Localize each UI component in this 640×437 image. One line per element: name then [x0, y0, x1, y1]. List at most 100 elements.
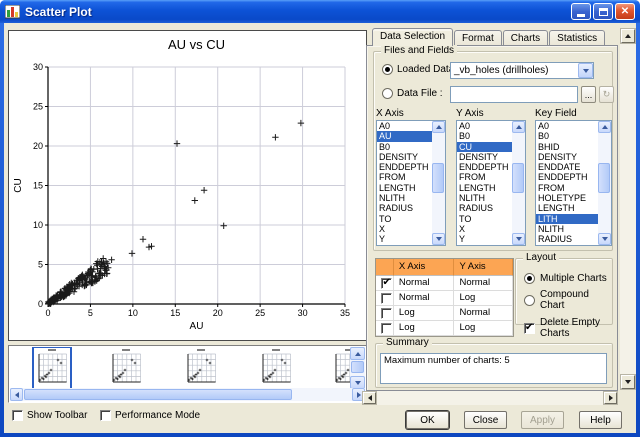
row-check-cell[interactable]	[376, 291, 394, 306]
list-item-nlith[interactable]: NLITH	[536, 224, 598, 234]
scroll-up-button[interactable]	[432, 121, 445, 133]
combobox-drop-button[interactable]	[578, 63, 593, 78]
list-item-radius[interactable]: RADIUS	[377, 203, 432, 213]
listbox-scrollbar[interactable]	[598, 121, 611, 245]
key-field-listbox[interactable]: A0B0BHIDDENSITYENDDATEENDDEPTHFROMHOLETY…	[535, 120, 612, 246]
browse-button[interactable]: ...	[581, 86, 596, 103]
tab-data-selection[interactable]: Data Selection	[372, 28, 453, 46]
list-item-from[interactable]: FROM	[377, 172, 432, 182]
thumbnail-au-vs-cu[interactable]: AU vs CU	[18, 348, 86, 389]
list-item-length[interactable]: LENGTH	[377, 183, 432, 193]
option-compound-chart[interactable]: Compound Chart	[524, 289, 612, 311]
tab-statistics[interactable]: Statistics	[549, 30, 605, 46]
thumbnail-au-vs-cu-lith-sandstone[interactable]: AU vs CU LITH Sandstone	[242, 348, 310, 389]
close-button[interactable]: Close	[464, 411, 507, 429]
tab-format[interactable]: Format	[454, 30, 502, 46]
list-item-nlith[interactable]: NLITH	[377, 193, 432, 203]
show-toolbar-option[interactable]: Show Toolbar	[12, 410, 87, 421]
x-axis-listbox[interactable]: A0AUB0DENSITYENDDEPTHFROMLENGTHNLITHRADI…	[376, 120, 446, 246]
list-item-radius[interactable]: RADIUS	[457, 203, 512, 213]
list-item-density[interactable]: DENSITY	[377, 152, 432, 162]
scroll-left-button[interactable]	[10, 388, 23, 401]
option-multiple-charts[interactable]: Multiple Charts	[524, 273, 612, 284]
list-item-y[interactable]: Y	[377, 234, 432, 244]
row-checkbox[interactable]	[381, 293, 392, 304]
list-item-a0[interactable]: A0	[457, 121, 512, 131]
list-item-to[interactable]: TO	[457, 214, 512, 224]
delete-empty-charts-checkbox[interactable]	[524, 323, 535, 334]
listbox-scrollbar[interactable]	[432, 121, 445, 245]
row-check-cell[interactable]	[376, 321, 394, 336]
list-item-from[interactable]: FROM	[536, 183, 598, 193]
loaded-data-combobox[interactable]: _vb_holes (drillholes)	[450, 62, 594, 79]
close-button[interactable]: ✕	[615, 3, 635, 20]
scroll-down-button[interactable]	[621, 375, 635, 389]
scrollbar-thumb[interactable]	[598, 163, 610, 193]
list-item-y[interactable]: Y	[457, 234, 512, 244]
list-item-a0[interactable]: A0	[536, 121, 598, 131]
option-delete-empty-charts[interactable]: Delete Empty Charts	[524, 317, 612, 339]
data-file-radio[interactable]	[382, 88, 393, 99]
scroll-up-button[interactable]	[621, 29, 635, 43]
loaded-data-radio[interactable]	[382, 64, 393, 75]
listbox-scrollbar[interactable]	[512, 121, 525, 245]
thumbnail-vertical-scrollbar[interactable]	[350, 347, 365, 389]
panel-vertical-scrollbar[interactable]	[620, 28, 636, 390]
compound-chart-radio[interactable]	[524, 295, 535, 306]
scroll-down-button[interactable]	[598, 233, 611, 245]
panel-horizontal-scrollbar[interactable]	[362, 391, 618, 405]
scrollbar-thumb[interactable]	[512, 163, 524, 193]
performance-mode-checkbox[interactable]	[100, 410, 111, 421]
scrollbar-thumb[interactable]	[351, 361, 364, 373]
minimize-button[interactable]	[571, 3, 591, 20]
list-item-nlith[interactable]: NLITH	[457, 193, 512, 203]
multiple-charts-radio[interactable]	[524, 273, 535, 284]
list-item-density[interactable]: DENSITY	[536, 152, 598, 162]
performance-mode-option[interactable]: Performance Mode	[100, 410, 200, 421]
tab-charts[interactable]: Charts	[503, 30, 548, 46]
row-checkbox[interactable]	[381, 323, 392, 334]
list-item-enddate[interactable]: ENDDATE	[536, 162, 598, 172]
apply-button[interactable]: Apply	[521, 411, 564, 429]
show-toolbar-checkbox[interactable]	[12, 410, 23, 421]
thumbnail-horizontal-scrollbar[interactable]	[10, 388, 365, 401]
help-button[interactable]: Help	[579, 411, 622, 429]
loaded-data-option[interactable]: Loaded Data :	[382, 64, 460, 75]
row-check-cell[interactable]	[376, 276, 394, 291]
list-item-to[interactable]: TO	[377, 214, 432, 224]
scrollbar-thumb[interactable]	[432, 163, 444, 193]
list-item-length[interactable]: LENGTH	[536, 203, 598, 213]
list-item-x[interactable]: X	[377, 224, 432, 234]
title-bar[interactable]: Scatter Plot ✕	[0, 0, 640, 23]
y-axis-listbox[interactable]: A0B0CUDENSITYENDDEPTHFROMLENGTHNLITHRADI…	[456, 120, 526, 246]
scrollbar-thumb[interactable]	[24, 389, 292, 400]
data-file-input[interactable]	[450, 86, 578, 103]
row-checkbox[interactable]	[381, 308, 392, 319]
row-checkbox[interactable]	[381, 278, 392, 289]
refresh-button[interactable]: ↻	[599, 86, 614, 103]
list-item-cu[interactable]: CU	[457, 142, 512, 152]
list-item-b0[interactable]: B0	[377, 142, 432, 152]
list-item-enddepth[interactable]: ENDDEPTH	[536, 172, 598, 182]
thumbnail-au-vs-cu-lith-basalt[interactable]: AU vs CU LITH Basalt	[92, 348, 160, 389]
ok-button[interactable]: OK	[406, 411, 449, 429]
list-item-b0[interactable]: B0	[536, 131, 598, 141]
scroll-down-button[interactable]	[512, 233, 525, 245]
list-item-density[interactable]: DENSITY	[457, 152, 512, 162]
list-item-au[interactable]: AU	[377, 131, 432, 141]
row-check-cell[interactable]	[376, 306, 394, 321]
list-item-lith[interactable]: LITH	[536, 214, 598, 224]
thumbnail-au-vs-silt[interactable]: AU vs Silt	[315, 348, 351, 389]
scroll-up-button[interactable]	[512, 121, 525, 133]
scroll-up-button[interactable]	[598, 121, 611, 133]
list-item-x[interactable]: X	[457, 224, 512, 234]
scroll-down-button[interactable]	[432, 233, 445, 245]
data-file-option[interactable]: Data File :	[382, 88, 443, 99]
list-item-bhid[interactable]: BHID	[536, 142, 598, 152]
scroll-right-button[interactable]	[604, 392, 617, 404]
list-item-length[interactable]: LENGTH	[457, 183, 512, 193]
scroll-left-button[interactable]	[363, 392, 376, 404]
list-item-from[interactable]: FROM	[457, 172, 512, 182]
maximize-button[interactable]	[593, 3, 613, 20]
list-item-radius[interactable]: RADIUS	[536, 234, 598, 244]
